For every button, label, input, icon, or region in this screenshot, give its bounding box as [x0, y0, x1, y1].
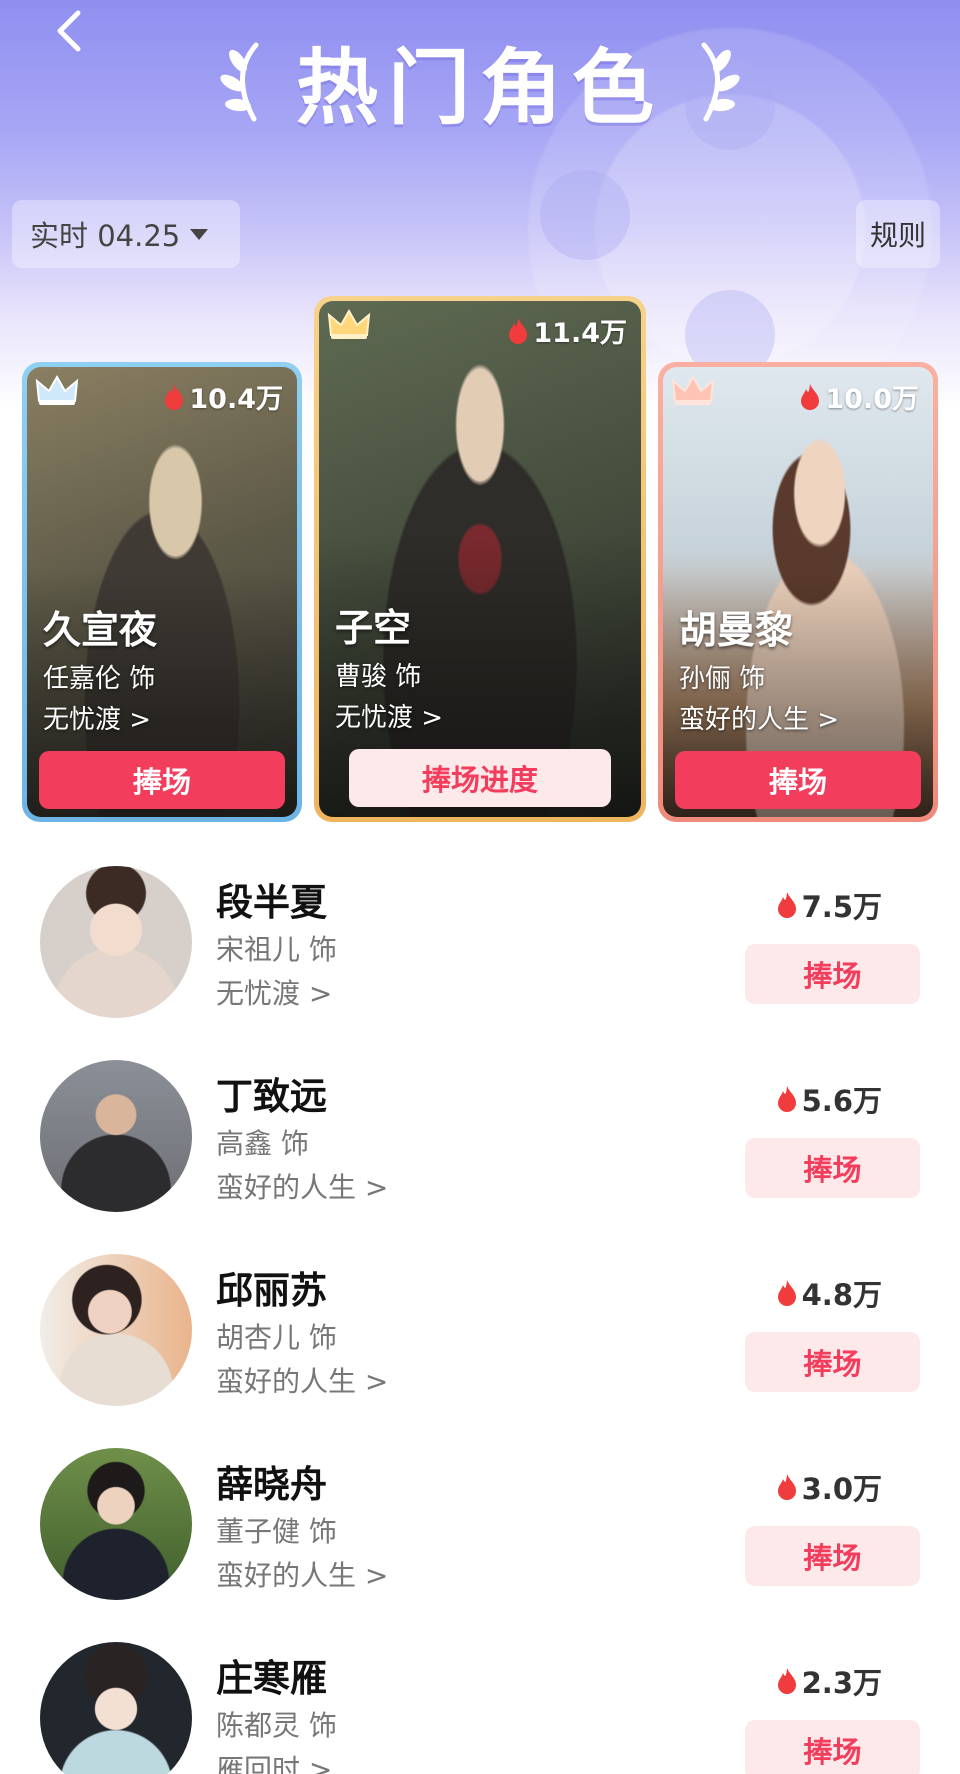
- flame-icon: [801, 383, 820, 410]
- avatar: [40, 866, 192, 1018]
- flame-icon: [509, 317, 528, 344]
- actor-name: 孙俪 饰: [679, 664, 766, 694]
- flame-icon: [777, 1086, 796, 1112]
- heat-count: 3.0万: [776, 1466, 882, 1508]
- show-link[interactable]: 蛮好的人生 >: [679, 699, 839, 736]
- actor-name: 陈都灵 饰: [216, 1709, 337, 1742]
- cheer-button[interactable]: 捧场: [745, 944, 920, 1004]
- show-link[interactable]: 雁回时 >: [216, 1748, 332, 1774]
- character-name: 胡曼黎: [679, 608, 794, 652]
- bronze-crown-icon: [671, 374, 715, 405]
- actor-name: 任嘉伦 饰: [43, 664, 156, 694]
- heat-count: 2.3万: [776, 1660, 882, 1702]
- avatar: [40, 1448, 192, 1600]
- character-name: 邱丽苏: [216, 1269, 327, 1312]
- podium-card-rank-1[interactable]: 11.4万 子空 曹骏 饰 无忧渡 > 捧场进度: [314, 296, 646, 822]
- flame-icon: [165, 383, 184, 410]
- character-name: 庄寒雁: [216, 1657, 327, 1700]
- actor-name: 高鑫 饰: [216, 1127, 309, 1160]
- list-item[interactable]: 丁致远 高鑫 饰 蛮好的人生 > 5.6万 捧场: [0, 1056, 960, 1226]
- heat-count: 7.5万: [776, 884, 882, 926]
- heat-count: 11.4万: [507, 311, 627, 350]
- show-link[interactable]: 蛮好的人生 >: [216, 1554, 388, 1594]
- show-link[interactable]: 无忧渡 >: [43, 699, 157, 736]
- heat-count: 10.4万: [163, 377, 283, 416]
- cheer-button[interactable]: 捧场: [745, 1720, 920, 1774]
- character-name: 子空: [335, 606, 412, 650]
- show-link[interactable]: 无忧渡 >: [335, 697, 443, 734]
- gold-crown-icon: [327, 308, 371, 339]
- date-filter-label: 实时 04.25: [30, 219, 181, 253]
- list-item[interactable]: 庄寒雁 陈都灵 饰 雁回时 > 2.3万 捧场: [0, 1638, 960, 1774]
- title-block: 热门角色: [0, 30, 960, 136]
- avatar: [40, 1254, 192, 1406]
- show-link[interactable]: 蛮好的人生 >: [216, 1360, 388, 1400]
- heat-count: 4.8万: [776, 1272, 882, 1314]
- show-link[interactable]: 蛮好的人生 >: [216, 1166, 388, 1206]
- actor-name: 曹骏 饰: [335, 662, 422, 692]
- cheer-button[interactable]: 捧场: [745, 1526, 920, 1586]
- list-item[interactable]: 邱丽苏 胡杏儿 饰 蛮好的人生 > 4.8万 捧场: [0, 1250, 960, 1420]
- caret-down-icon: [190, 228, 209, 240]
- flame-icon: [777, 1668, 796, 1694]
- flame-icon: [777, 892, 796, 918]
- page-title: 热门角色: [295, 40, 664, 136]
- character-name: 久宣夜: [43, 608, 158, 652]
- rules-button[interactable]: 规则: [855, 200, 940, 268]
- podium-card-rank-2[interactable]: 10.4万 久宣夜 任嘉伦 饰 无忧渡 > 捧场: [22, 362, 302, 822]
- podium-card-rank-3[interactable]: 10.0万 胡曼黎 孙俪 饰 蛮好的人生 > 捧场: [658, 362, 938, 822]
- show-link[interactable]: 无忧渡 >: [216, 972, 332, 1012]
- list-item[interactable]: 薛晓舟 董子健 饰 蛮好的人生 > 3.0万 捧场: [0, 1444, 960, 1614]
- flame-icon: [777, 1280, 796, 1306]
- cheer-button[interactable]: 捧场: [675, 751, 921, 809]
- heat-count: 10.0万: [799, 377, 919, 416]
- actor-name: 董子健 饰: [216, 1515, 337, 1548]
- silver-crown-icon: [35, 374, 79, 405]
- list-item[interactable]: 段半夏 宋祖儿 饰 无忧渡 > 7.5万 捧场: [0, 862, 960, 1032]
- cheer-button[interactable]: 捧场: [745, 1138, 920, 1198]
- laurel-right-icon: [701, 42, 740, 122]
- cheer-button[interactable]: 捧场: [745, 1332, 920, 1392]
- character-name: 段半夏: [216, 881, 327, 924]
- heat-count: 5.6万: [776, 1078, 882, 1120]
- actor-name: 胡杏儿 饰: [216, 1321, 337, 1354]
- cheer-progress-button[interactable]: 捧场进度: [349, 749, 611, 807]
- cheer-button[interactable]: 捧场: [39, 751, 285, 809]
- laurel-left-icon: [220, 42, 259, 122]
- character-name: 薛晓舟: [216, 1463, 327, 1506]
- date-filter-dropdown[interactable]: 实时 04.25: [12, 200, 240, 268]
- actor-name: 宋祖儿 饰: [216, 933, 337, 966]
- flame-icon: [777, 1474, 796, 1500]
- character-name: 丁致远: [216, 1075, 327, 1118]
- avatar: [40, 1060, 192, 1212]
- avatar: [40, 1642, 192, 1774]
